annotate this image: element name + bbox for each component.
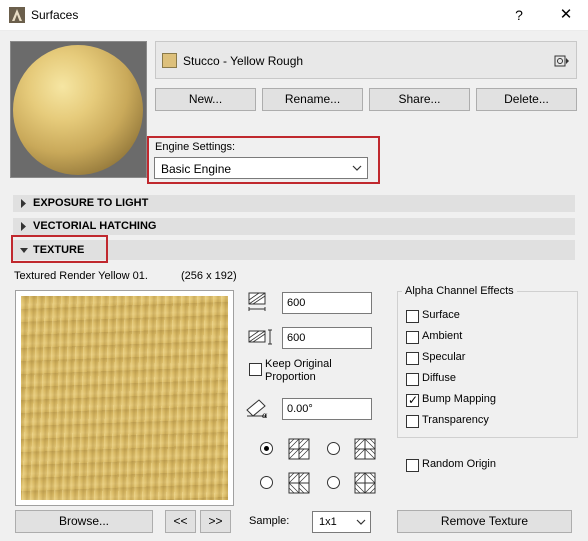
section-exposure-to-light[interactable]: EXPOSURE TO LIGHT [13,195,575,212]
keep-proportion-label-line2: Proportion [265,371,316,383]
texture-name: Textured Render Yellow 01. [14,270,148,282]
alpha-diffuse-label: Diffuse [422,372,457,384]
mirror-x-icon [354,438,376,460]
texture-angle-input[interactable]: 0.00° [282,398,372,420]
alpha-specular-label: Specular [422,351,466,363]
mirror-option-radio-3[interactable] [260,476,273,489]
section-vectorial-hatching[interactable]: VECTORIAL HATCHING [13,218,575,235]
texture-angle-icon: α [246,399,268,419]
section-label: VECTORIAL HATCHING [33,220,157,232]
window-title: Surfaces [31,8,79,22]
archicad-app-icon [9,7,25,23]
preview-sphere [13,45,143,175]
mirror-none-icon [288,438,310,460]
alpha-ambient-label: Ambient [422,330,463,342]
help-button[interactable]: ? [505,4,533,26]
material-preview [10,41,147,178]
title-bar: Surfaces ? ✕ [0,0,588,31]
sample-label: Sample: [249,515,290,527]
alpha-surface-label: Surface [422,309,460,321]
section-label: EXPOSURE TO LIGHT [33,197,149,209]
alpha-ambient-checkbox[interactable] [406,331,419,344]
alpha-surface-checkbox[interactable] [406,310,419,323]
browse-button[interactable]: Browse... [15,510,153,533]
rename-button[interactable]: Rename... [262,88,363,111]
remove-texture-button[interactable]: Remove Texture [397,510,572,533]
mirror-y-icon [288,472,310,494]
delete-button[interactable]: Delete... [476,88,577,111]
engine-settings-label: Engine Settings: [155,141,236,153]
random-origin-checkbox[interactable] [406,459,419,472]
alpha-diffuse-checkbox[interactable] [406,373,419,386]
random-origin-label: Random Origin [422,458,496,470]
sample-select-value: 1x1 [319,516,337,528]
keep-proportion-checkbox[interactable] [249,363,262,376]
texture-width-icon [248,292,266,311]
mirror-option-radio-2[interactable] [327,442,340,455]
chevron-down-icon [352,165,362,171]
keep-proportion-label-line1: Keep Original [265,358,332,370]
surface-color-swatch [162,53,177,68]
next-texture-button[interactable]: >> [200,510,231,533]
texture-preview-frame [15,290,234,506]
new-button[interactable]: New... [155,88,256,111]
chevron-down-icon [356,519,366,525]
alpha-channel-title: Alpha Channel Effects [402,285,517,297]
mirror-xy-icon [354,472,376,494]
alpha-transparency-checkbox[interactable] [406,415,419,428]
texture-height-icon [248,329,272,345]
texture-section-highlight [11,235,108,263]
close-button[interactable]: ✕ [552,4,580,26]
mirror-option-radio-4[interactable] [327,476,340,489]
engine-settings-highlight: Engine Settings: Basic Engine [147,136,380,184]
surface-library-icon[interactable] [554,53,570,69]
previous-texture-button[interactable]: << [165,510,196,533]
surface-selector[interactable]: Stucco - Yellow Rough [155,41,577,79]
engine-select[interactable]: Basic Engine [154,157,368,179]
engine-select-value: Basic Engine [161,162,232,176]
share-button[interactable]: Share... [369,88,470,111]
texture-height-input[interactable]: 600 [282,327,372,349]
alpha-bump-mapping-checkbox[interactable] [406,393,419,407]
mirror-option-radio-1[interactable] [260,442,273,455]
alpha-transparency-label: Transparency [422,414,489,426]
svg-text:α: α [262,411,268,419]
texture-preview-image [21,296,228,500]
texture-width-input[interactable]: 600 [282,292,372,314]
triangle-right-icon [21,199,26,208]
alpha-bump-mapping-label: Bump Mapping [422,393,496,405]
sample-select[interactable]: 1x1 [312,511,371,533]
alpha-specular-checkbox[interactable] [406,352,419,365]
surface-name: Stucco - Yellow Rough [183,54,304,68]
texture-size: (256 x 192) [181,270,237,282]
triangle-right-icon [21,222,26,231]
